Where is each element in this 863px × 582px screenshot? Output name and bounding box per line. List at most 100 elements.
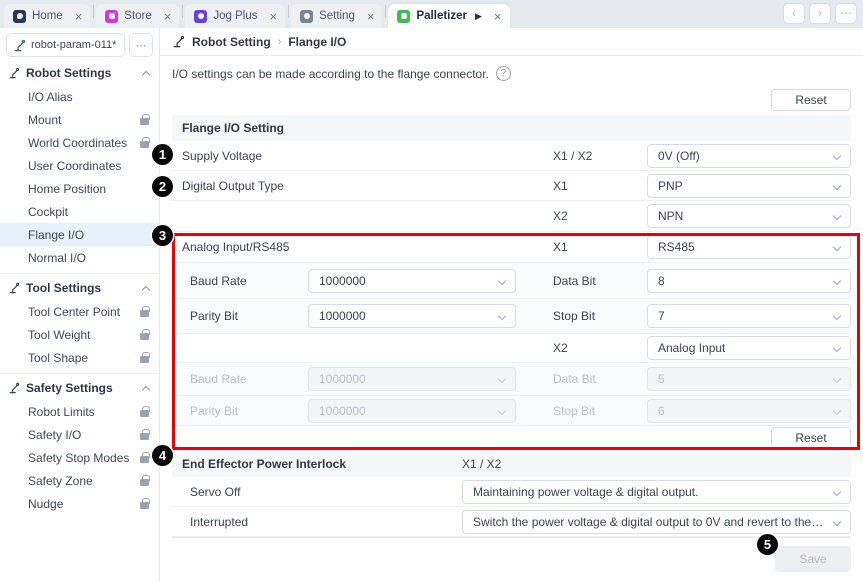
chevron-down-icon [833,344,841,352]
digital-output-x2-select[interactable]: NPN [647,204,851,228]
close-icon[interactable]: × [367,10,375,23]
select-value: Maintaining power voltage & digital outp… [473,485,698,499]
analog-reset-row: Reset [172,426,851,450]
param-selector[interactable]: robot-param-011* [6,33,125,57]
sidebar-item-safety-io[interactable]: Safety I/O [0,423,159,446]
breadcrumb-separator-icon: › [278,36,282,48]
tabs-back-button[interactable]: ‹ [783,3,805,24]
field-label: Data Bit [553,372,596,386]
reset-all-button[interactable]: Reset [771,89,851,111]
supply-voltage-select[interactable]: 0V (Off) [647,144,851,168]
sidebar-item-tool-shape[interactable]: Tool Shape [0,346,159,369]
sidebar-item-safety-stop-modes[interactable]: Safety Stop Modes [0,446,159,469]
lock-icon [140,356,149,363]
tab-label: Home [32,10,63,22]
close-icon[interactable]: × [164,10,172,23]
robot-icon [8,382,20,394]
sidebar-section-tool-settings[interactable]: Tool Settings [0,276,159,300]
port-label: X1 [553,240,568,254]
table-section-header: Flange I/O Setting [172,115,851,141]
port-label: X2 [553,209,568,223]
select-value: 1000000 [319,309,366,323]
close-icon[interactable]: × [75,10,83,23]
sidebar-section-robot-settings[interactable]: Robot Settings [0,61,159,85]
tab-palletizer[interactable]: Palletizer ▶ × [388,4,509,28]
sidebar-item-flange-io[interactable]: Flange I/O [0,223,159,246]
row-label: Supply Voltage [182,149,262,163]
settings-sidebar: robot-param-011* ⋯ Robot Settings I/O Al… [0,28,160,582]
sidebar-item-normal-io[interactable]: Normal I/O [0,246,159,269]
sidebar-item-home-position[interactable]: Home Position [0,177,159,200]
sidebar-item-robot-limits[interactable]: Robot Limits [0,400,159,423]
chevron-down-icon [833,517,841,525]
chevron-down-icon [498,406,506,414]
analog-x2-select[interactable]: Analog Input [647,336,851,360]
sidebar-item-mount[interactable]: Mount [0,108,159,131]
sidebar-item-tool-weight[interactable]: Tool Weight [0,323,159,346]
item-label: Robot Limits [28,405,140,419]
x2-baud-rate-select: 1000000 [308,367,516,391]
close-icon[interactable]: × [269,10,277,23]
row-label: Analog Input/RS485 [182,240,289,254]
lock-icon [140,456,149,463]
chevron-down-icon [833,243,841,251]
page-description: I/O settings can be made according to th… [172,67,489,81]
help-icon[interactable]: ? [496,66,511,81]
sidebar-section-safety-settings[interactable]: Safety Settings [0,376,159,400]
select-value: RS485 [658,240,695,254]
breadcrumb-parent[interactable]: Robot Setting [192,35,271,49]
x1-parity-bit-select[interactable]: 1000000 [308,304,516,328]
x2-baud-data-row: Baud Rate 1000000 Data Bit 5 [172,363,851,396]
sidebar-item-user-coordinates[interactable]: User Coordinates [0,154,159,177]
tabs-forward-button[interactable]: › [809,3,831,24]
item-label: Flange I/O [28,228,149,242]
port-label: X2 [553,341,568,355]
lock-icon [140,410,149,417]
field-label: Parity Bit [190,404,238,418]
sidebar-item-safety-zone[interactable]: Safety Zone [0,469,159,492]
item-label: World Coordinates [28,136,140,150]
x1-baud-rate-select[interactable]: 1000000 [308,269,516,293]
chevron-down-icon [833,276,841,284]
interrupted-row: Interrupted Switch the power voltage & d… [172,507,851,537]
play-icon[interactable]: ▶ [475,11,482,22]
select-value: Analog Input [658,341,725,355]
sidebar-item-io-alias[interactable]: I/O Alias [0,85,159,108]
lock-icon [140,479,149,486]
main-panel: Robot Setting › Flange I/O I/O settings … [160,28,863,582]
interrupted-select[interactable]: Switch the power voltage & digital outpu… [462,510,851,534]
x1-data-bit-select[interactable]: 8 [647,269,851,293]
tabs-more-button[interactable]: ⋯ [835,3,857,24]
tab-nav-controls: ‹ › ⋯ [783,3,857,24]
robot-icon [8,67,20,79]
tab-label: Jog Plus [213,10,257,22]
tab-separator [385,5,386,18]
port-label: X1 / X2 [462,457,501,471]
servo-off-select[interactable]: Maintaining power voltage & digital outp… [462,480,851,504]
robot-icon [172,35,185,48]
analog-reset-button[interactable]: Reset [771,427,851,449]
tab-setting[interactable]: Setting × [291,4,382,28]
tab-separator [93,5,94,18]
tab-jog-plus[interactable]: Jog Plus × [185,4,285,28]
tab-store[interactable]: Store × [96,4,179,28]
tab-label: Store [124,10,152,22]
select-value: 6 [658,404,665,418]
item-label: Mount [28,113,140,127]
sidebar-item-cockpit[interactable]: Cockpit [0,200,159,223]
setting-app-icon [300,10,313,23]
tab-home[interactable]: Home × [4,4,90,28]
sidebar-item-tool-center-point[interactable]: Tool Center Point [0,300,159,323]
servo-off-row: Servo Off Maintaining power voltage & di… [172,477,851,507]
sidebar-item-world-coordinates[interactable]: World Coordinates [0,131,159,154]
save-button[interactable]: Save [775,546,851,572]
param-more-button[interactable]: ⋯ [129,33,153,57]
lock-icon [140,502,149,509]
row-label: Digital Output Type [182,179,284,193]
x1-stop-bit-select[interactable]: 7 [647,304,851,328]
lock-icon [140,310,149,317]
close-icon[interactable]: × [494,10,502,23]
digital-output-x1-select[interactable]: PNP [647,174,851,198]
analog-x1-select[interactable]: RS485 [647,235,851,259]
sidebar-item-nudge[interactable]: Nudge [0,492,159,515]
